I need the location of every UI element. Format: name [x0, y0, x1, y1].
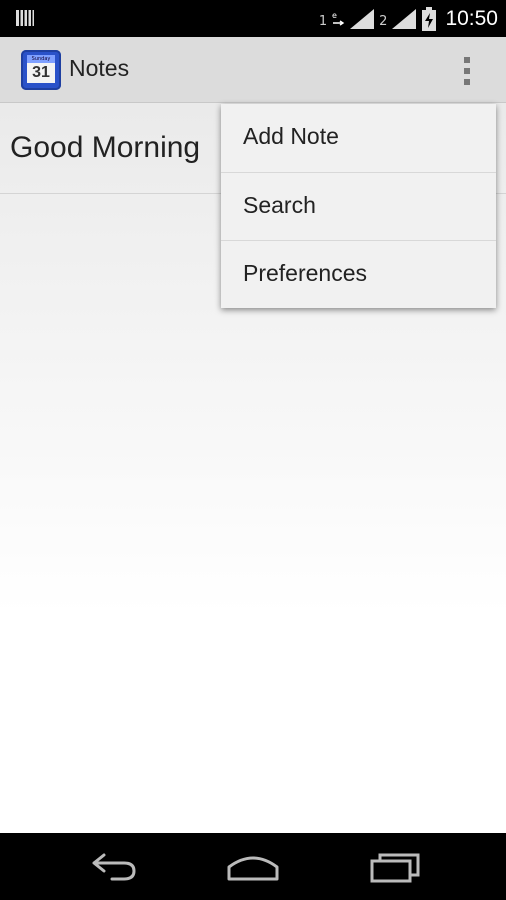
- menu-item-search[interactable]: Search: [221, 172, 496, 240]
- calendar-weekday-label: Sunday: [27, 55, 55, 63]
- navigation-bar: [0, 833, 506, 900]
- back-icon[interactable]: [84, 847, 144, 887]
- overflow-dot-icon: [464, 79, 470, 85]
- menu-item-label: Preferences: [243, 260, 368, 286]
- calendar-day-label: 31: [27, 63, 55, 83]
- notification-icon: [16, 10, 34, 26]
- clock: 10:50: [445, 6, 498, 30]
- menu-item-add-note[interactable]: Add Note: [221, 104, 496, 172]
- menu-item-label: Add Note: [243, 123, 339, 149]
- status-bar: 1 e 2 10:50: [0, 0, 506, 37]
- overflow-menu-button[interactable]: [452, 51, 482, 91]
- overflow-dot-icon: [464, 57, 470, 63]
- sim2-label: 2: [379, 14, 388, 29]
- home-icon[interactable]: [223, 847, 283, 887]
- app-title: Notes: [69, 55, 130, 81]
- menu-item-preferences[interactable]: Preferences: [221, 240, 496, 308]
- sim1-label: 1: [318, 14, 328, 29]
- note-title: Good Morning: [10, 131, 201, 164]
- overflow-dot-icon: [464, 68, 470, 74]
- overflow-menu: Add Note Search Preferences: [221, 104, 496, 308]
- calendar-app-icon[interactable]: Sunday 31: [21, 50, 61, 90]
- data-transfer-icon: e: [332, 11, 345, 26]
- recents-icon[interactable]: [366, 847, 426, 887]
- sim1-signal-icon: [350, 8, 375, 29]
- battery-charging-icon: [422, 6, 437, 31]
- menu-item-label: Search: [243, 192, 316, 218]
- svg-text:e: e: [332, 11, 337, 20]
- action-bar: Sunday 31 Notes: [0, 37, 506, 103]
- sim2-signal-icon: [392, 8, 417, 29]
